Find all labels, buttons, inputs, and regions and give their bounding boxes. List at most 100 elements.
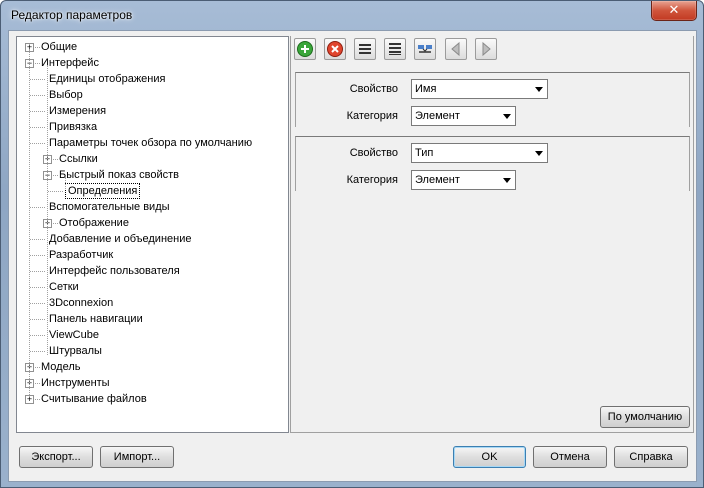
chevron-down-icon (535, 151, 543, 156)
tree-connector (30, 127, 45, 128)
close-button[interactable]: ✕ (651, 1, 697, 21)
tree-item[interactable]: Сетки (17, 279, 288, 295)
tree-item[interactable]: Разработчик (17, 247, 288, 263)
tree-item-label: Отображение (59, 217, 129, 229)
tree-item[interactable]: + Модель (17, 359, 288, 375)
defaults-button[interactable]: По умолчанию (600, 406, 690, 428)
tree-item-label: Сетки (49, 281, 79, 293)
tree-item-label: Привязка (49, 121, 98, 133)
property-label: Свойство (349, 147, 398, 159)
tree-connector (30, 303, 45, 304)
tree-item[interactable]: Панель навигации (17, 311, 288, 327)
tree-item[interactable]: Интерфейс пользователя (17, 263, 288, 279)
tree-item-label: Общие (41, 41, 78, 53)
prev-icon (446, 41, 466, 62)
expand-icon[interactable]: + (25, 395, 34, 404)
property-dropdown[interactable]: Тип (411, 143, 548, 163)
tree-item[interactable]: Вспомогательные виды (17, 199, 288, 215)
property-label: Свойство (349, 83, 398, 95)
category-value: Элемент (415, 174, 460, 186)
ok-button[interactable]: OK (453, 446, 526, 468)
tree-item[interactable]: Штурвалы (17, 343, 288, 359)
tree-item[interactable]: + Отображение (17, 215, 288, 231)
tree-item-label: Вспомогательные виды (49, 201, 170, 213)
tree-item[interactable]: Единицы отображения (17, 71, 288, 87)
add-button[interactable] (294, 38, 316, 60)
category-dropdown[interactable]: Элемент (411, 106, 516, 126)
tree-item-label: Выбор (49, 89, 83, 101)
prev-button[interactable] (445, 38, 467, 60)
export-button[interactable]: Экспорт... (19, 446, 93, 468)
tree-connector (47, 65, 48, 355)
category-value: Элемент (415, 110, 460, 122)
tree-item-label: Инструменты (41, 377, 110, 389)
next-icon (476, 41, 496, 62)
add-icon (295, 41, 315, 62)
category-label: Категория (346, 110, 398, 122)
list-button[interactable] (354, 38, 376, 60)
options-editor-window: Редактор параметров ✕ + Общие − Интерфейс Ед… (0, 0, 704, 488)
tree-item-label: Модель (41, 361, 81, 373)
window-title: Редактор параметров (11, 8, 133, 22)
tree-connector (30, 319, 45, 320)
tree-item-label: ViewCube (49, 329, 99, 341)
tree-item-label: Измерения (49, 105, 107, 117)
tree-item[interactable]: 3Dconnexion (17, 295, 288, 311)
tree-connector (30, 207, 45, 208)
tree-item-label: Ссылки (59, 153, 98, 165)
tree-item[interactable]: − Быстрый показ свойств (17, 167, 288, 183)
chevron-down-icon (503, 178, 511, 183)
swap-button[interactable] (414, 38, 436, 60)
tree-item-label: Считывание файлов (41, 393, 147, 405)
tree-item[interactable]: + Инструменты (17, 375, 288, 391)
property-value: Имя (415, 83, 437, 95)
chevron-down-icon (503, 114, 511, 119)
tree-item-label: Интерфейс пользователя (49, 265, 180, 277)
tree-item[interactable]: Выбор (17, 87, 288, 103)
tree-item-label: Панель навигации (49, 313, 143, 325)
tree-item[interactable]: + Считывание файлов (17, 391, 288, 407)
tree-item[interactable]: + Общие (17, 39, 288, 55)
tree-item[interactable]: Определения (17, 183, 288, 199)
tree-connector (30, 143, 45, 144)
list-alt-button[interactable] (384, 38, 406, 60)
tree-connector (30, 95, 45, 96)
tree-connector (30, 335, 45, 336)
title-bar[interactable]: Редактор параметров ✕ (1, 1, 703, 29)
tree-item[interactable]: Привязка (17, 119, 288, 135)
tree-connector (65, 177, 66, 189)
tree-connector (30, 239, 45, 240)
list-icon (355, 44, 375, 62)
tree-item-label: Добавление и объединение (49, 233, 192, 245)
tree-connector (30, 287, 45, 288)
tree-item-label: Быстрый показ свойств (59, 169, 179, 181)
tree-item-label: Разработчик (49, 249, 114, 261)
tree-connector (30, 79, 45, 80)
import-button[interactable]: Импорт... (100, 446, 174, 468)
tree-item-label: 3Dconnexion (49, 297, 114, 309)
cancel-button[interactable]: Отмена (533, 446, 607, 468)
tree-item-label: Определения (65, 183, 141, 199)
delete-icon (325, 41, 345, 62)
category-label: Категория (346, 174, 398, 186)
tree-item-label: Интерфейс (41, 57, 99, 69)
definition-group: Свойство Тип Категория Элемент (295, 136, 690, 191)
tree-item[interactable]: − Интерфейс (17, 55, 288, 71)
tree-item[interactable]: Измерения (17, 103, 288, 119)
tree-item-label: Параметры точек обзора по умолчанию (49, 137, 253, 149)
dialog-client: + Общие − Интерфейс Единицы отображения Выбор… (8, 30, 697, 482)
tree-connector (30, 351, 45, 352)
tree-connector (30, 271, 45, 272)
tree-item[interactable]: ViewCube (17, 327, 288, 343)
help-button[interactable]: Справка (614, 446, 688, 468)
property-dropdown[interactable]: Имя (411, 79, 548, 99)
tree-item[interactable]: Добавление и объединение (17, 231, 288, 247)
options-tree[interactable]: + Общие − Интерфейс Единицы отображения Выбор… (16, 36, 289, 433)
tree-item-label: Штурвалы (49, 345, 102, 357)
next-button[interactable] (475, 38, 497, 60)
tree-connector (30, 111, 45, 112)
category-dropdown[interactable]: Элемент (411, 170, 516, 190)
tree-item[interactable]: + Ссылки (17, 151, 288, 167)
delete-button[interactable] (324, 38, 346, 60)
tree-item[interactable]: Параметры точек обзора по умолчанию (17, 135, 288, 151)
